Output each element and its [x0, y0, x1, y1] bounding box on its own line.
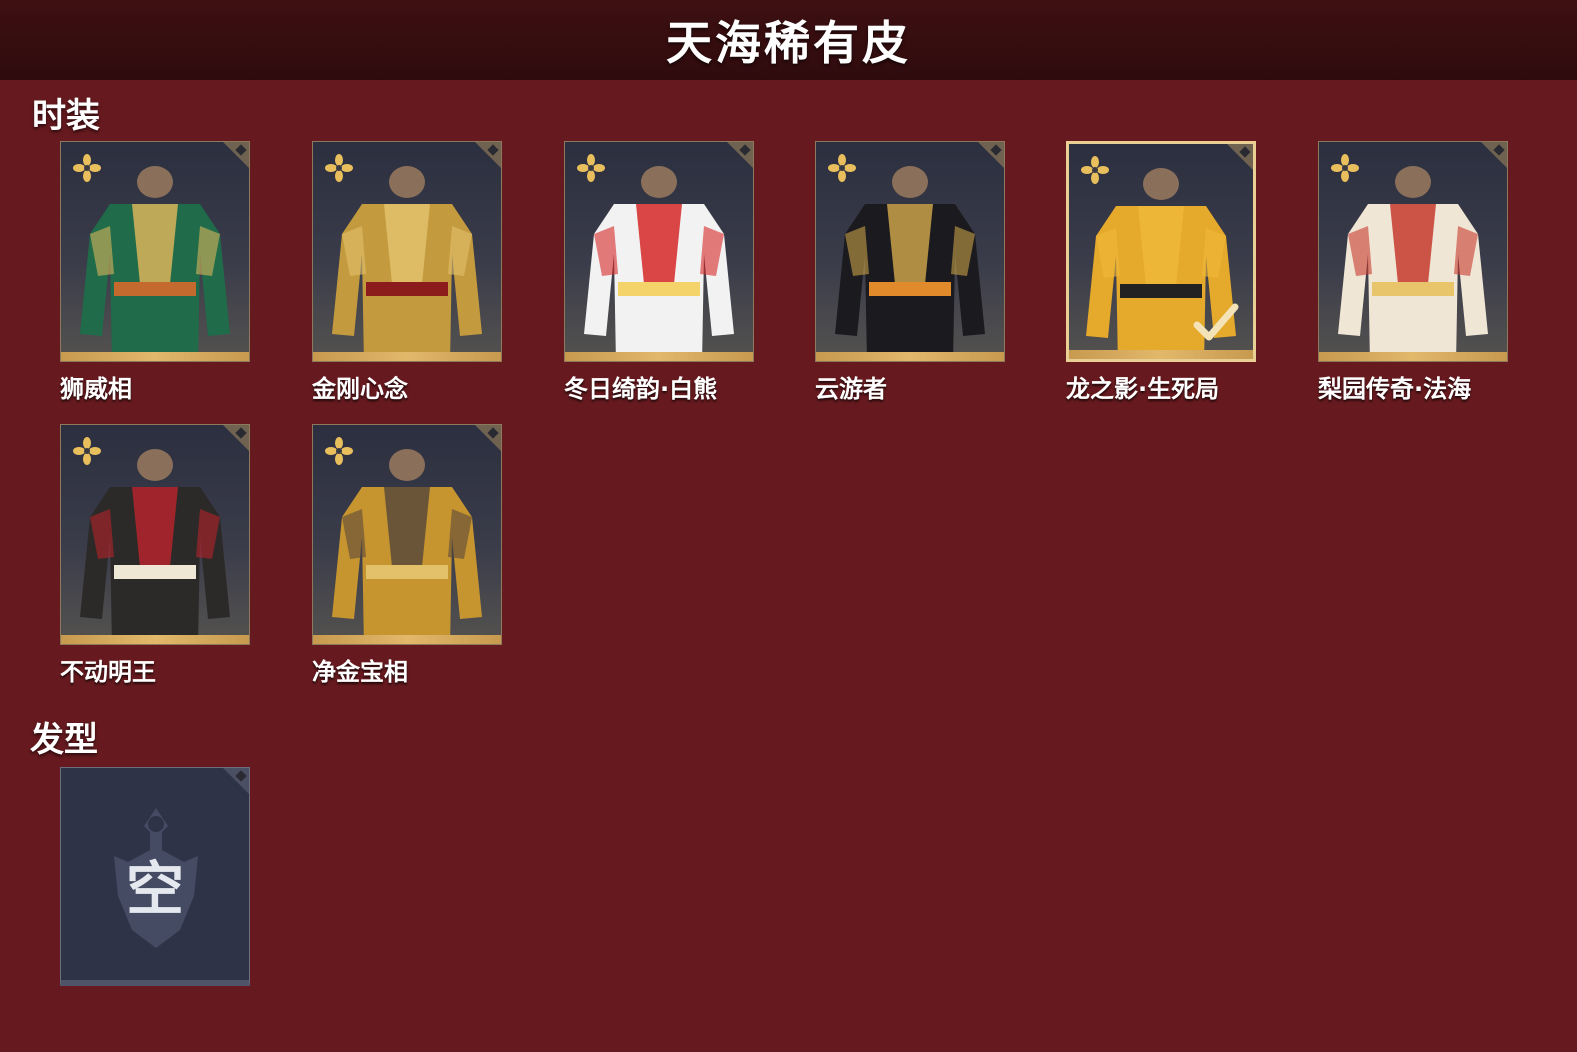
- outfit-name: 净金宝相: [312, 658, 408, 686]
- outfit-preview: [332, 166, 482, 361]
- outfit-card[interactable]: [312, 141, 502, 362]
- gold-flower-icon: [325, 437, 353, 465]
- outfit-card[interactable]: [60, 424, 250, 645]
- outfit-name: 不动明王: [60, 658, 156, 686]
- card-gold-strip: [1319, 352, 1507, 361]
- outfit-preview: [80, 449, 230, 644]
- gold-flower-icon: [1081, 156, 1109, 184]
- card-gold-strip: [1069, 350, 1253, 359]
- hairstyle-slot-empty[interactable]: 空: [60, 767, 250, 986]
- page-header: 天海稀有皮: [0, 0, 1577, 80]
- gold-flower-icon: [828, 154, 856, 182]
- outfit-name: 冬日绮韵·白熊: [564, 375, 718, 403]
- page-title: 天海稀有皮: [666, 16, 911, 70]
- outfit-preview: [332, 449, 482, 644]
- gold-flower-icon: [73, 154, 101, 182]
- gold-flower-icon: [325, 154, 353, 182]
- outfit-name: 龙之影·生死局: [1066, 375, 1220, 403]
- outfit-preview: [1338, 166, 1488, 361]
- outfit-preview: [80, 166, 230, 361]
- gold-flower-icon: [1331, 154, 1359, 182]
- outfit-card[interactable]: [564, 141, 754, 362]
- outfit-card[interactable]: [60, 141, 250, 362]
- outfit-name: 金刚心念: [312, 375, 408, 403]
- corner-mark-icon: [223, 768, 249, 794]
- card-gold-strip: [565, 352, 753, 361]
- card-gold-strip: [61, 635, 249, 644]
- card-gold-strip: [61, 352, 249, 361]
- outfit-card[interactable]: [312, 424, 502, 645]
- outfit-preview: [584, 166, 734, 361]
- section-title-hairstyles: 发型: [30, 720, 98, 760]
- section-title-outfits: 时装: [32, 96, 100, 136]
- outfit-preview: [835, 166, 985, 361]
- outfit-name: 梨园传奇·法海: [1318, 375, 1472, 403]
- checkmark-icon: [1193, 303, 1239, 341]
- card-gold-strip: [313, 352, 501, 361]
- outfit-card[interactable]: [1066, 141, 1256, 362]
- gold-flower-icon: [73, 437, 101, 465]
- outfit-name: 云游者: [815, 375, 887, 403]
- gold-flower-icon: [577, 154, 605, 182]
- hairstyle-slot-label: 空: [125, 855, 184, 923]
- outfit-card[interactable]: [1318, 141, 1508, 362]
- card-gold-strip: [816, 352, 1004, 361]
- outfit-card[interactable]: [815, 141, 1005, 362]
- outfit-name: 狮威相: [60, 375, 132, 403]
- card-gold-strip: [313, 635, 501, 644]
